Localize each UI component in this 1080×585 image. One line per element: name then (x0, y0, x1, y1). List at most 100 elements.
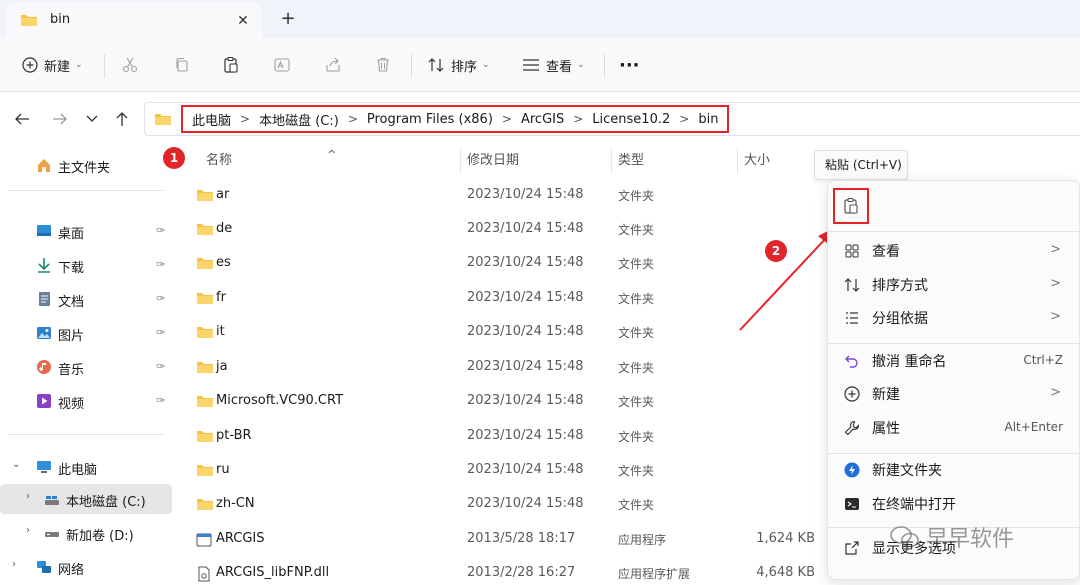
computer-icon (37, 461, 51, 473)
application-icon (196, 532, 212, 552)
breadcrumb-separator[interactable]: > (236, 112, 254, 126)
sidebar-item-documents[interactable]: 文档 ✑ (0, 284, 172, 314)
sidebar-item-label: 图片 (58, 329, 85, 344)
file-type: 应用程序 (618, 533, 667, 547)
menu-item-label: 新建文件夹 (872, 463, 942, 479)
column-separator[interactable] (460, 148, 461, 174)
navigation-pane: 主文件夹 桌面 ✑ 下载 ✑ 文档 ✑ 图片 ✑ 音乐 ✑ 视频 ✑ ⌄ 此电脑… (0, 144, 175, 585)
file-date: 2013/2/28 16:27 (467, 565, 576, 580)
breadcrumb-this-pc[interactable]: 此电脑 (187, 110, 236, 129)
file-date: 2023/10/24 15:48 (467, 324, 584, 339)
file-row[interactable]: ru 2023/10/24 15:48 文件夹 (189, 454, 849, 488)
sidebar-item-network[interactable]: › 网络 (0, 552, 172, 582)
chevron-right-icon[interactable]: › (12, 559, 16, 570)
sidebar-item-label: 音乐 (58, 363, 85, 378)
file-row[interactable]: pt-BR 2023/10/24 15:48 文件夹 (189, 420, 849, 454)
sort-icon (844, 277, 860, 293)
column-header-type[interactable]: 类型 (618, 144, 644, 178)
tab-strip: bin ✕ + (0, 0, 1080, 38)
sort-button[interactable]: 排序 ⌄ (427, 51, 490, 79)
file-date: 2023/10/24 15:48 (467, 359, 584, 374)
menu-item-label: 排序方式 (872, 278, 928, 294)
menu-item-grid[interactable]: 查看 > (832, 235, 1077, 267)
sidebar-item-home[interactable]: 主文件夹 (0, 150, 172, 180)
new-button[interactable]: 新建 ⌄ (22, 51, 83, 79)
chevron-down-icon[interactable]: ⌄ (12, 459, 20, 470)
breadcrumb-license[interactable]: License10.2 (587, 112, 675, 127)
folder-icon (196, 188, 214, 206)
menu-item-undo[interactable]: 撤消 重命名 Ctrl+Z (832, 345, 1077, 377)
column-header-size[interactable]: 大小 (744, 144, 770, 178)
file-name: pt-BR (216, 428, 252, 443)
file-name: ar (216, 187, 230, 202)
sidebar-item-local-disk-c[interactable]: › 本地磁盘 (C:) (0, 484, 172, 514)
menu-item-group[interactable]: 分组依据 > (832, 302, 1077, 334)
trash-icon (377, 57, 389, 72)
column-header-date[interactable]: 修改日期 (467, 144, 519, 178)
chevron-right-icon[interactable]: › (26, 491, 30, 502)
new-button-label: 新建 (44, 59, 71, 75)
tab-bin[interactable]: bin ✕ (6, 2, 262, 38)
view-button[interactable]: 查看 ⌄ (522, 51, 585, 79)
copy-button[interactable] (173, 51, 191, 79)
back-button[interactable] (12, 109, 32, 129)
sidebar-item-downloads[interactable]: 下载 ✑ (0, 250, 172, 280)
drive-icon (45, 532, 59, 537)
breadcrumb-separator[interactable]: > (498, 112, 516, 126)
file-row[interactable]: Microsoft.VC90.CRT 2023/10/24 15:48 文件夹 (189, 385, 849, 419)
column-separator[interactable] (611, 148, 612, 174)
breadcrumb-separator[interactable]: > (569, 112, 587, 126)
breadcrumb-local-disk-c[interactable]: 本地磁盘 (C:) (254, 110, 344, 129)
menu-item-plus-circle[interactable]: 新建 > (832, 378, 1077, 410)
menu-item-new-folder[interactable]: 新建文件夹 (832, 454, 1077, 486)
breadcrumb-bin[interactable]: bin (693, 112, 723, 127)
paste-menu-button[interactable] (833, 188, 869, 224)
breadcrumb-separator[interactable]: > (675, 112, 693, 126)
folder-icon (196, 291, 214, 309)
menu-item-sort[interactable]: 排序方式 > (832, 269, 1077, 301)
file-row[interactable]: ar 2023/10/24 15:48 文件夹 (189, 179, 849, 213)
breadcrumb-arcgis[interactable]: ArcGIS (516, 112, 569, 127)
menu-item-wrench[interactable]: 属性 Alt+Enter (832, 412, 1077, 444)
tab-title: bin (50, 12, 71, 27)
new-tab-button[interactable]: + (276, 8, 300, 32)
file-row[interactable]: ARCGIS_libFNP.dll 2013/2/28 16:27 应用程序扩展 4,… (189, 557, 849, 585)
column-header-name[interactable]: 名称 (206, 144, 232, 178)
sidebar-item-pictures[interactable]: 图片 ✑ (0, 318, 172, 348)
chevron-right-icon: > (1050, 385, 1061, 400)
column-separator[interactable] (737, 148, 738, 174)
sidebar-item-label: 新加卷 (D:) (66, 529, 134, 544)
file-date: 2023/10/24 15:48 (467, 221, 584, 236)
more-options-button[interactable]: ··· (619, 51, 640, 79)
sidebar-item-this-pc[interactable]: ⌄ 此电脑 (0, 452, 172, 482)
sidebar-item-drive-d[interactable]: › 新加卷 (D:) (0, 518, 172, 548)
close-tab-icon[interactable]: ✕ (232, 10, 254, 32)
rename-button[interactable] (273, 51, 291, 79)
share-button[interactable] (324, 51, 342, 79)
sidebar-item-desktop[interactable]: 桌面 ✑ (0, 216, 172, 246)
menu-item-terminal[interactable]: 在终端中打开 (832, 488, 1077, 520)
chevron-right-icon[interactable]: › (26, 525, 30, 536)
chevron-down-icon: ⌄ (75, 60, 83, 70)
sidebar-item-label: 本地磁盘 (C:) (66, 495, 146, 510)
file-name: es (216, 255, 231, 270)
sidebar-item-videos[interactable]: 视频 ✑ (0, 386, 172, 416)
file-date: 2023/10/24 15:48 (467, 496, 584, 511)
breadcrumb: 此电脑 > 本地磁盘 (C:) > Program Files (x86) > … (181, 105, 730, 133)
forward-button[interactable] (50, 109, 70, 129)
address-bar[interactable]: 此电脑 > 本地磁盘 (C:) > Program Files (x86) > … (144, 102, 1080, 136)
file-row[interactable]: ja 2023/10/24 15:48 文件夹 (189, 351, 849, 385)
breadcrumb-program-files[interactable]: Program Files (x86) (362, 112, 498, 127)
paste-button[interactable] (222, 51, 240, 79)
up-button[interactable] (112, 109, 132, 129)
breadcrumb-separator[interactable]: > (344, 112, 362, 126)
cut-button[interactable] (121, 51, 139, 79)
sidebar-item-music[interactable]: 音乐 ✑ (0, 352, 172, 382)
menu-item-label: 新建 (872, 387, 900, 403)
file-row[interactable]: ARCGIS 2013/5/28 18:17 应用程序 1,624 KB (189, 523, 849, 557)
menu-item-label: 撤消 重命名 (872, 354, 947, 370)
dll-file-icon (196, 566, 212, 585)
delete-button[interactable] (374, 51, 392, 79)
recent-locations-button[interactable] (82, 109, 102, 129)
file-row[interactable]: zh-CN 2023/10/24 15:48 文件夹 (189, 488, 849, 522)
